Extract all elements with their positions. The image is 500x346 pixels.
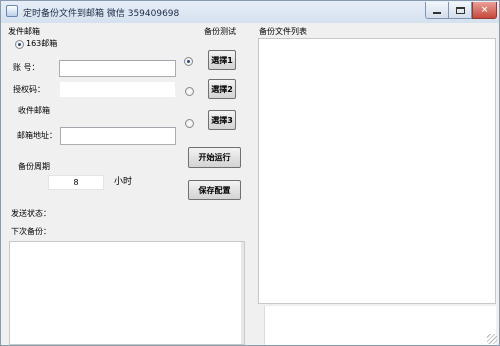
- cycle-hours-input[interactable]: 8: [48, 175, 104, 190]
- auth-code-label: 授权码：: [13, 85, 45, 94]
- sender-163-radio[interactable]: [15, 40, 24, 49]
- receiver-group-label: 收件邮箱: [18, 106, 50, 115]
- select-3-button[interactable]: 選擇3: [208, 110, 236, 130]
- title-bar: 定时备份文件到邮箱 微信 359409698 ×: [1, 1, 499, 23]
- close-icon: ×: [480, 4, 489, 15]
- resize-grip-icon[interactable]: [487, 334, 497, 344]
- file-list-label: 备份文件列表: [259, 27, 307, 36]
- account-input[interactable]: [59, 60, 176, 77]
- log-output-area[interactable]: [9, 241, 245, 345]
- app-window: 定时备份文件到邮箱 微信 359409698 × 发件邮箱 163邮箱 账 号：…: [0, 0, 500, 346]
- sender-group-label: 发件邮箱: [8, 27, 40, 36]
- close-button[interactable]: ×: [472, 2, 497, 19]
- send-status-label: 发送状态：: [11, 209, 51, 218]
- mode-label: 备份测试: [204, 27, 236, 36]
- save-config-button[interactable]: 保存配置: [188, 180, 241, 200]
- backup-file-list[interactable]: [258, 38, 496, 304]
- cycle-label: 备份周期: [18, 162, 50, 171]
- minimize-button[interactable]: [425, 2, 449, 19]
- file-list-footer: [264, 306, 496, 345]
- start-button[interactable]: 开始运行: [188, 147, 241, 168]
- select-1-button[interactable]: 選擇1: [208, 50, 236, 70]
- select-2-button[interactable]: 選擇2: [208, 79, 236, 99]
- next-backup-label: 下次备份：: [11, 227, 51, 236]
- window-title: 定时备份文件到邮箱 微信 359409698: [23, 9, 180, 19]
- log-scrollbar[interactable]: [241, 242, 244, 344]
- mode-radio-2[interactable]: [185, 87, 194, 96]
- sender-163-label: 163邮箱: [26, 39, 58, 48]
- maximize-icon: [455, 6, 465, 14]
- account-label: 账 号：: [13, 63, 40, 72]
- main-panel: 发件邮箱 163邮箱 账 号： 授权码： 收件邮箱 邮箱地址： 备份周期 8 小…: [2, 23, 498, 345]
- cycle-unit-label: 小时: [114, 177, 133, 187]
- mode-radio-1[interactable]: [184, 57, 193, 66]
- email-address-input[interactable]: [60, 127, 176, 145]
- maximize-button[interactable]: [449, 2, 472, 19]
- address-label: 邮箱地址：: [17, 131, 57, 140]
- mode-radio-3[interactable]: [185, 119, 194, 128]
- auth-code-input[interactable]: [59, 81, 176, 97]
- app-icon: [6, 5, 18, 17]
- minimize-icon: [433, 12, 441, 14]
